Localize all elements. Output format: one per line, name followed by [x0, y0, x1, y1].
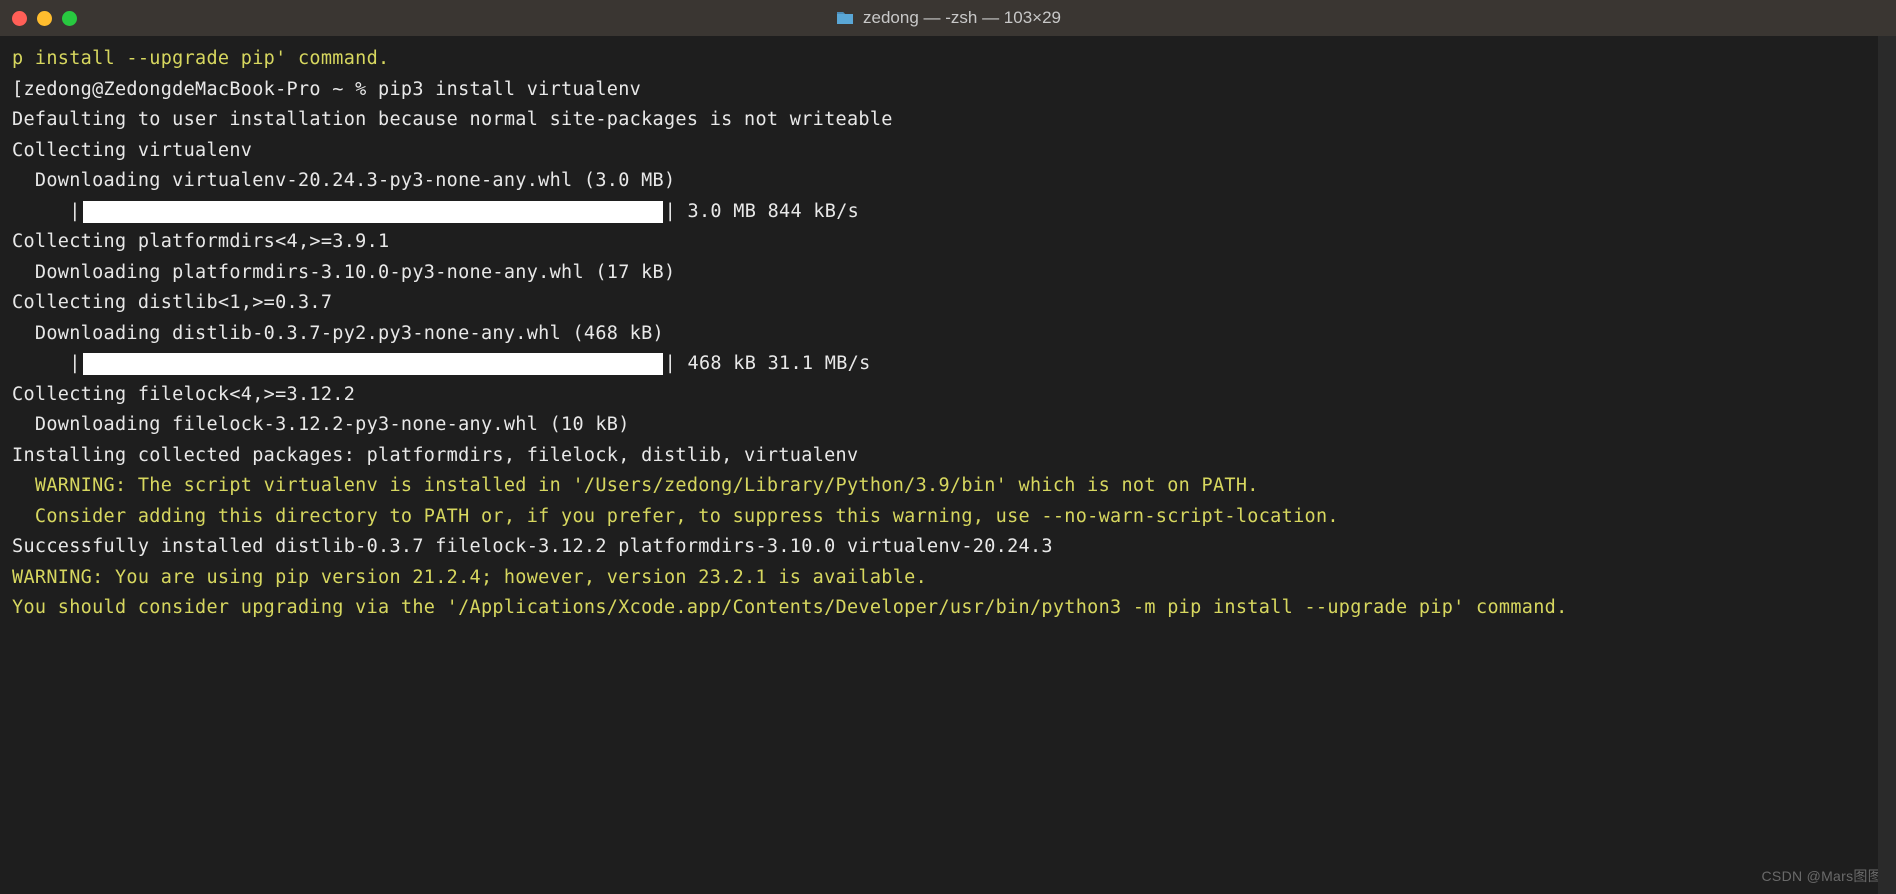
terminal-line: WARNING: The script virtualenv is instal… [12, 471, 1884, 502]
terminal-line: Downloading platformdirs-3.10.0-py3-none… [12, 258, 1884, 289]
watermark: CSDN @Mars图图 [1762, 865, 1882, 888]
window-title: zedong — -zsh — 103×29 [835, 8, 1061, 28]
progress-suffix: | 3.0 MB 844 kB/s [665, 201, 859, 222]
progress-prefix: | [12, 201, 81, 222]
terminal-line: Downloading distlib-0.3.7-py2.py3-none-a… [12, 319, 1884, 350]
terminal-line: Collecting distlib<1,>=0.3.7 [12, 288, 1884, 319]
terminal-line: [zedong@ZedongdeMacBook-Pro ~ % pip3 ins… [12, 75, 1884, 106]
folder-icon [835, 10, 855, 26]
window-title-text: zedong — -zsh — 103×29 [863, 8, 1061, 28]
progress-bar [83, 201, 663, 223]
close-button[interactable] [12, 11, 27, 26]
progress-bar [83, 353, 663, 375]
terminal-line: | | 468 kB 31.1 MB/s [12, 349, 1884, 380]
titlebar[interactable]: zedong — -zsh — 103×29 [0, 0, 1896, 36]
terminal-line: p install --upgrade pip' command. [12, 44, 1884, 75]
terminal-line: | | 3.0 MB 844 kB/s [12, 197, 1884, 228]
terminal-line: Defaulting to user installation because … [12, 105, 1884, 136]
terminal-line: Collecting virtualenv [12, 136, 1884, 167]
terminal-line: Collecting filelock<4,>=3.12.2 [12, 380, 1884, 411]
terminal-line: Downloading virtualenv-20.24.3-py3-none-… [12, 166, 1884, 197]
terminal-line: WARNING: You are using pip version 21.2.… [12, 563, 1884, 594]
traffic-lights [12, 11, 77, 26]
progress-suffix: | 468 kB 31.1 MB/s [665, 353, 871, 374]
terminal-line: You should consider upgrading via the '/… [12, 593, 1884, 624]
scrollbar[interactable] [1878, 36, 1896, 894]
terminal-line: Installing collected packages: platformd… [12, 441, 1884, 472]
terminal-line: Consider adding this directory to PATH o… [12, 502, 1884, 533]
terminal-window: zedong — -zsh — 103×29 p install --upgra… [0, 0, 1896, 894]
maximize-button[interactable] [62, 11, 77, 26]
terminal-body[interactable]: p install --upgrade pip' command.[zedong… [0, 36, 1896, 894]
minimize-button[interactable] [37, 11, 52, 26]
terminal-line: Downloading filelock-3.12.2-py3-none-any… [12, 410, 1884, 441]
terminal-line: Successfully installed distlib-0.3.7 fil… [12, 532, 1884, 563]
progress-prefix: | [12, 353, 81, 374]
terminal-line: Collecting platformdirs<4,>=3.9.1 [12, 227, 1884, 258]
